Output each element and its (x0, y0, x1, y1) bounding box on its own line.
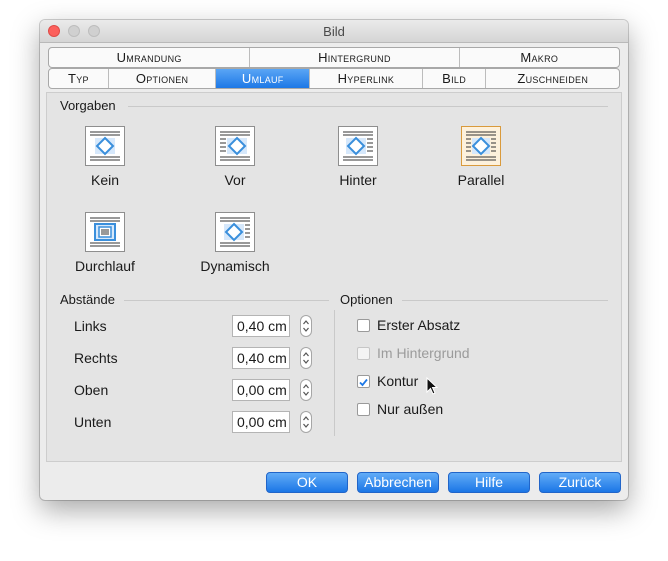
wrap-none-label: Kein (90, 172, 120, 188)
im-hintergrund-label: Im Hintergrund (377, 345, 470, 361)
optionen-heading: Optionen (340, 292, 393, 307)
tab-umlauf[interactable]: Umlauf (216, 69, 311, 88)
links-input[interactable]: 0,40 cm (232, 315, 290, 337)
tab-row-1: Umrandung Hintergrund Makro (48, 47, 620, 68)
oben-stepper[interactable] (300, 379, 312, 401)
vorgaben-divider (128, 106, 608, 107)
title-bar: Bild (40, 20, 628, 43)
nur-aussen-checkbox[interactable] (357, 403, 370, 416)
wrap-through-label: Durchlauf (75, 258, 135, 274)
wrap-before-label: Vor (224, 172, 246, 188)
tab-optionen[interactable]: Optionen (109, 69, 217, 88)
tab-hyperlink[interactable]: Hyperlink (310, 69, 423, 88)
tab-hintergrund[interactable]: Hintergrund (250, 48, 460, 67)
oben-input[interactable]: 0,00 cm (232, 379, 290, 401)
tab-makro[interactable]: Makro (460, 48, 619, 67)
erster-absatz-label: Erster Absatz (377, 317, 461, 333)
section-separator (334, 310, 335, 436)
rechts-input[interactable]: 0,40 cm (232, 347, 290, 369)
rechts-stepper[interactable] (300, 347, 312, 369)
window-title: Bild (323, 24, 345, 39)
wrap-optimal-label: Dynamisch (200, 258, 270, 274)
tab-typ[interactable]: Typ (49, 69, 109, 88)
back-button[interactable]: Zurück (539, 472, 621, 493)
mouse-pointer-icon (426, 377, 438, 395)
wrap-parallel-icon[interactable] (461, 126, 501, 166)
oben-label: Oben (74, 382, 109, 398)
wrap-before-icon[interactable] (215, 126, 255, 166)
rechts-label: Rechts (74, 350, 118, 366)
kontur-checkbox[interactable] (357, 375, 370, 388)
checkmark-icon (359, 378, 368, 387)
help-button[interactable]: Hilfe (448, 472, 530, 493)
tab-row-2: Typ Optionen Umlauf Hyperlink Bild Zusch… (48, 68, 620, 89)
abstaende-heading: Abstände (60, 292, 115, 307)
links-label: Links (74, 318, 107, 334)
cancel-button[interactable]: Abbrechen (357, 472, 439, 493)
wrap-through-icon[interactable] (85, 212, 125, 252)
dialog-window: Bild Umrandung Hintergrund Makro Typ Opt… (40, 20, 628, 500)
tab-umrandung[interactable]: Umrandung (49, 48, 251, 67)
wrap-none-icon[interactable] (85, 126, 125, 166)
tab-zuschneiden[interactable]: Zuschneiden (486, 69, 619, 88)
links-stepper[interactable] (300, 315, 312, 337)
im-hintergrund-checkbox[interactable] (357, 347, 370, 360)
wrap-parallel-label: Parallel (457, 172, 505, 188)
unten-input[interactable]: 0,00 cm (232, 411, 290, 433)
vorgaben-heading: Vorgaben (60, 98, 116, 113)
wrap-after-label: Hinter (339, 172, 377, 188)
optionen-divider (402, 300, 608, 301)
abstaende-divider (124, 300, 329, 301)
unten-stepper[interactable] (300, 411, 312, 433)
tab-bild[interactable]: Bild (423, 69, 487, 88)
wrap-optimal-icon[interactable] (215, 212, 255, 252)
erster-absatz-checkbox[interactable] (357, 319, 370, 332)
ok-button[interactable]: OK (266, 472, 348, 493)
unten-label: Unten (74, 414, 112, 430)
nur-aussen-label: Nur außen (377, 401, 444, 417)
wrap-after-icon[interactable] (338, 126, 378, 166)
kontur-label: Kontur (377, 373, 419, 389)
